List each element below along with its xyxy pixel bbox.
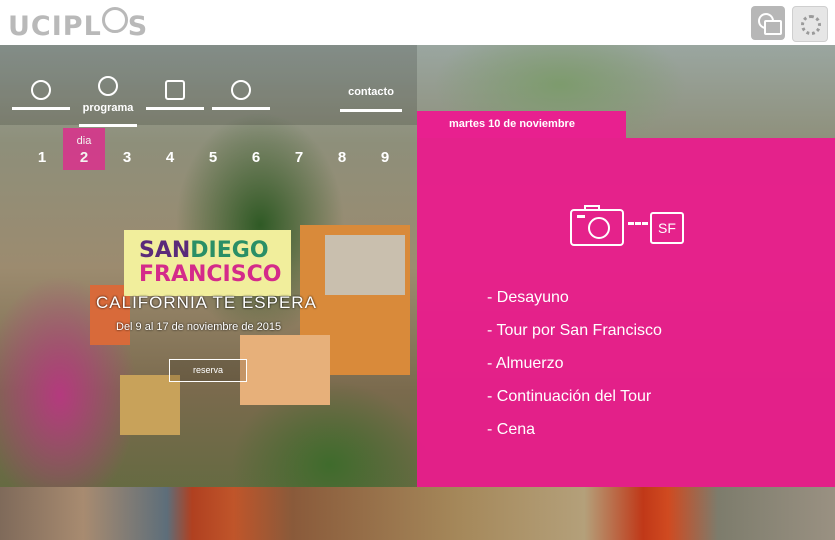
date-tab-label: martes 10 de noviembre	[449, 118, 575, 130]
logo-suffix: S	[127, 11, 149, 42]
camera-flash	[577, 215, 585, 218]
camera-icon	[570, 205, 624, 246]
event-dates: Del 9 al 17 de noviembre de 2015	[116, 321, 282, 333]
reserve-button[interactable]: reserva	[169, 359, 247, 382]
logo-text: UCIPL	[8, 11, 102, 42]
day-6[interactable]: 6	[235, 128, 277, 170]
day-1[interactable]: 1	[21, 128, 63, 170]
day-number: 2	[79, 149, 89, 166]
brand-line-2: FRANCISCO	[139, 262, 282, 287]
logo-plus-icon	[101, 7, 128, 33]
settings-gear-icon	[801, 15, 821, 35]
day-prefix: dia	[76, 135, 92, 147]
nav-item-programa[interactable]: programa	[79, 76, 137, 127]
brand-diego: DIEGO	[190, 238, 269, 263]
camera-bump	[584, 205, 600, 211]
nav-underline	[146, 107, 204, 110]
settings-button[interactable]	[792, 6, 828, 42]
day-number: 3	[122, 149, 132, 166]
city-badge: SF	[650, 212, 684, 244]
day-number: 6	[251, 149, 261, 166]
home-icon	[231, 80, 251, 100]
nav-underline	[79, 124, 137, 127]
contacto-underline	[340, 109, 402, 112]
event-brand: SANDIEGO FRANCISCO	[124, 230, 291, 296]
day-number: 7	[294, 149, 304, 166]
list-item: - Desayuno	[487, 289, 569, 306]
house-illustration	[120, 375, 180, 435]
house-illustration	[325, 235, 405, 295]
day-number: 1	[37, 149, 47, 166]
nav-underline	[12, 107, 70, 110]
date-tab: martes 10 de noviembre	[417, 111, 626, 138]
add-window-button[interactable]	[751, 6, 785, 40]
list-item: - Tour por San Francisco	[487, 322, 662, 339]
day-3[interactable]: 3	[106, 128, 148, 170]
nav-underline	[212, 107, 270, 110]
day-8[interactable]: 8	[321, 128, 363, 170]
day-number: 4	[165, 149, 175, 166]
day-5[interactable]: 5	[192, 128, 234, 170]
day-4[interactable]: 4	[149, 128, 191, 170]
pen-icon	[31, 80, 51, 100]
list-item: - Almuerzo	[487, 355, 564, 372]
day-2[interactable]: dia 2	[63, 128, 105, 170]
list-item: - Cena	[487, 421, 536, 438]
day-9[interactable]: 9	[364, 128, 406, 170]
day-number: 9	[380, 149, 390, 166]
day-7[interactable]: 7	[278, 128, 320, 170]
brand-line-1: SANDIEGO	[139, 238, 269, 263]
brand-san: SAN	[139, 238, 191, 263]
schedule-list: - Desayuno - Tour por San Francisco - Al…	[487, 289, 662, 454]
dash-connector	[628, 222, 648, 225]
nav-item-restaurant[interactable]	[146, 70, 204, 110]
clock-icon	[98, 76, 118, 96]
bottom-photo-strip	[0, 487, 835, 540]
day-number: 5	[208, 149, 218, 166]
restaurant-icon	[165, 80, 185, 100]
camera-lens	[588, 217, 610, 239]
nav-label-programa: programa	[82, 102, 134, 114]
day-number: 8	[337, 149, 347, 166]
nav-item-contacto[interactable]: contacto	[340, 86, 402, 98]
window-icon	[764, 20, 782, 35]
nav-item-blog[interactable]	[12, 70, 70, 110]
list-item: - Continuación del Tour	[487, 388, 652, 405]
house-illustration	[240, 335, 330, 405]
nav-item-home[interactable]	[212, 70, 270, 110]
top-bar: UCIPL S	[0, 0, 835, 45]
event-tagline: CALIFORNIA TE ESPERA	[96, 293, 317, 312]
logo[interactable]: UCIPL S	[8, 7, 148, 42]
